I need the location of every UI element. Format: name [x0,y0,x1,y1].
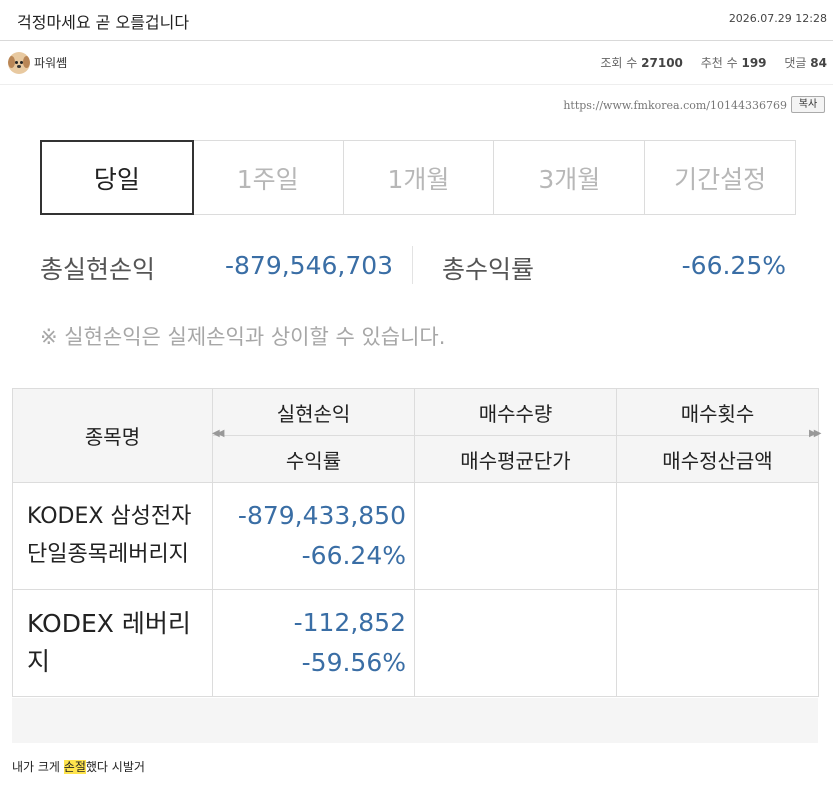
header-buy-avg: 매수평균단가 [414,435,617,483]
table-row: KODEX 레버리 지 -112,852 -59.56% [12,589,819,697]
copy-url-button[interactable]: 복사 [791,96,825,113]
post-url[interactable]: https://www.fmkorea.com/10144336769 [563,99,787,112]
tab-3month[interactable]: 3개월 [494,141,646,214]
profit-summary: 총실현손익 -879,546,703 총수익률 -66.25% [40,243,786,287]
tab-1week[interactable]: 1주일 [193,141,344,214]
post-title: 걱정마세요 곧 오를겁니다 [17,13,190,32]
buy-count-cell [616,589,819,697]
header-buy-count: 매수횟수 [616,388,819,436]
post-meta-bar: 파워쏌 조회 수 27100 추천 수 199 댓글 84 [0,41,833,85]
header-buy-amount: 매수정산금액 [616,435,819,483]
post-body-text: 내가 크게 손절했다 시발거 [12,758,145,775]
header-realized: 실현손익 [212,388,415,436]
total-realized-value: -879,546,703 [225,251,394,280]
header-return: 수익률 [212,435,415,483]
scroll-left-icon[interactable]: ◀◀ [212,428,225,439]
stock-name-cell: KODEX 레버리 지 [12,589,213,697]
table-row: KODEX 삼성전자 단일종목레버리지 -879,433,850 -66.24% [12,482,819,590]
total-return-value: -66.25% [681,251,786,280]
total-realized-label: 총실현손익 [40,255,156,284]
buy-qty-cell [414,482,617,590]
realized-return-cell: -879,433,850 -66.24% [212,482,415,590]
scroll-right-icon[interactable]: ▶▶ [809,428,822,439]
body-text-highlight: 손절 [63,760,86,774]
body-text-prefix: 내가 크게 [12,760,64,774]
realized-value: -112,852 [293,608,406,637]
tab-custom-period[interactable]: 기간설정 [645,141,795,214]
header-stock-name: 종목명 [12,388,213,483]
return-value: -66.24% [301,541,406,570]
comments-label: 댓글 [784,56,807,70]
stock-name-line: KODEX 삼성전자 [27,504,192,529]
realized-value: -879,433,850 [237,501,406,530]
buy-count-cell [616,482,819,590]
views-count: 27100 [641,56,683,70]
total-return-label: 총수익률 [442,255,535,284]
avatar-puppy-icon[interactable] [8,52,30,74]
views-label: 조회 수 [600,56,638,70]
post-date: 2026.07.29 12:28 [728,12,827,25]
holdings-table-wrap: 종목명 실현손익 매수수량 매수횟수 수익률 매수평균단가 매수정산금액 KOD… [12,388,827,698]
likes-label: 추천 수 [700,56,738,70]
disclaimer-note: ※ 실현손익은 실제손익과 상이할 수 있습니다. [40,325,446,349]
post-stats: 조회 수 27100 추천 수 199 댓글 84 [600,54,827,71]
buy-qty-cell [414,589,617,697]
stock-name-line: 단일종목레버리지 [27,542,189,567]
tab-1month[interactable]: 1개월 [344,141,495,214]
stock-name-line: KODEX 레버리 [27,609,191,638]
tab-today[interactable]: 당일 [40,140,194,215]
period-tabs: 당일 1주일 1개월 3개월 기간설정 [40,140,796,215]
post-url-row: https://www.fmkorea.com/10144336769 복사 [525,96,825,114]
stock-name-line: 지 [27,647,51,676]
return-value: -59.56% [301,648,406,677]
realized-return-cell: -112,852 -59.56% [212,589,415,697]
table-footer-area [12,698,818,743]
header-buy-qty: 매수수량 [414,388,617,436]
body-text-suffix: 했다 시발거 [85,760,145,774]
stock-name-cell: KODEX 삼성전자 단일종목레버리지 [12,482,213,590]
summary-divider [412,246,413,284]
likes-count: 199 [741,56,767,70]
holdings-table: 종목명 실현손익 매수수량 매수횟수 수익률 매수평균단가 매수정산금액 KOD… [12,388,819,697]
post-header: 걱정마세요 곧 오를겁니다 2026.07.29 12:28 [0,0,833,41]
comments-count: 84 [810,56,827,70]
author-name[interactable]: 파워쏌 [34,54,67,71]
